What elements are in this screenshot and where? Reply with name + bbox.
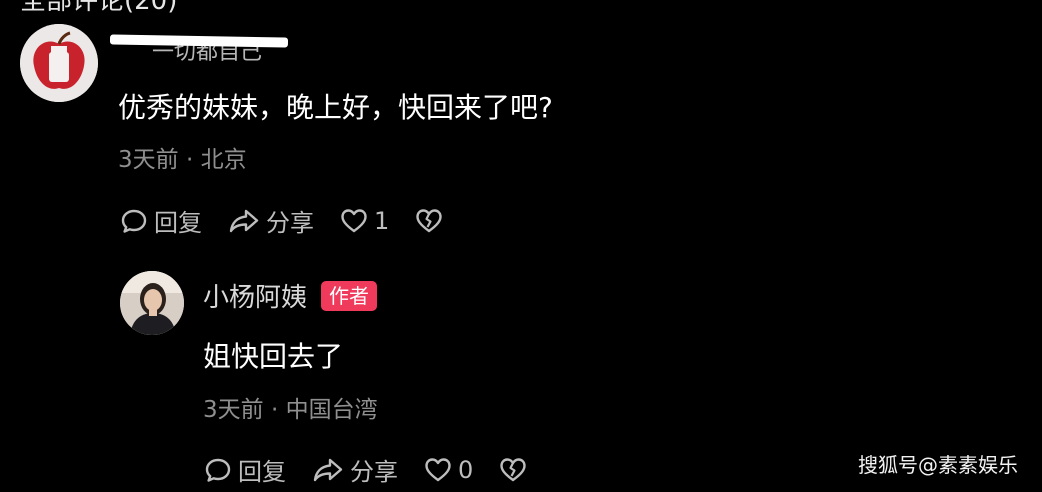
share-arrow-icon	[313, 458, 343, 481]
dislike-button[interactable]	[499, 457, 527, 483]
like-count: 0	[458, 455, 474, 484]
woman-portrait-avatar-image	[120, 271, 184, 335]
heart-icon	[425, 457, 451, 481]
avatar[interactable]	[20, 24, 98, 102]
reply-time: 3天前	[203, 397, 264, 423]
comment-text: 优秀的妹妹，晚上好，快回来了吧?	[118, 91, 553, 124]
comment-location: 北京	[200, 147, 247, 173]
dislike-button[interactable]	[415, 208, 443, 234]
comment-bubble-icon	[205, 458, 231, 482]
reply-meta: 3天前 · 中国台湾	[203, 390, 378, 424]
like-count: 1	[374, 206, 390, 235]
author-avatar[interactable]	[120, 271, 184, 335]
author-username[interactable]: 小杨阿姨	[203, 277, 307, 314]
broken-heart-icon	[500, 457, 526, 481]
share-button[interactable]: 分享	[228, 203, 314, 238]
comment-bubble-icon	[121, 209, 147, 233]
reply-button[interactable]: 回复	[120, 203, 202, 238]
meta-separator: ·	[270, 397, 279, 423]
comment-meta: 3天前 · 北京	[118, 140, 247, 174]
redaction-bar	[110, 34, 289, 48]
like-button[interactable]: 1	[340, 207, 389, 235]
comments-header: 全部评论(20)	[20, 0, 178, 16]
reply-label: 回复	[238, 458, 286, 486]
share-arrow-icon	[229, 209, 259, 232]
comment-actions: 回复 分享 1	[120, 203, 443, 238]
heart-icon	[341, 208, 367, 232]
username-redacted[interactable]: 一切都自己	[110, 30, 290, 62]
author-row: 小杨阿姨 作者	[203, 277, 378, 314]
share-button[interactable]: 分享	[312, 452, 398, 487]
reply-button[interactable]: 回复	[204, 452, 286, 487]
author-badge: 作者	[321, 280, 378, 311]
comment-time: 3天前	[118, 147, 179, 173]
broken-heart-icon	[416, 208, 442, 232]
reply-location: 中国台湾	[285, 397, 378, 423]
apple-avatar-image	[20, 24, 98, 102]
share-label: 分享	[350, 458, 398, 486]
reply-label: 回复	[154, 209, 202, 237]
share-label: 分享	[266, 209, 314, 237]
watermark: 搜狐号@素素娱乐	[858, 453, 1018, 477]
like-button[interactable]: 0	[424, 456, 473, 484]
meta-separator: ·	[185, 147, 194, 173]
reply-actions: 回复 分享 0	[204, 452, 527, 487]
reply-text: 姐快回去了	[203, 340, 344, 373]
